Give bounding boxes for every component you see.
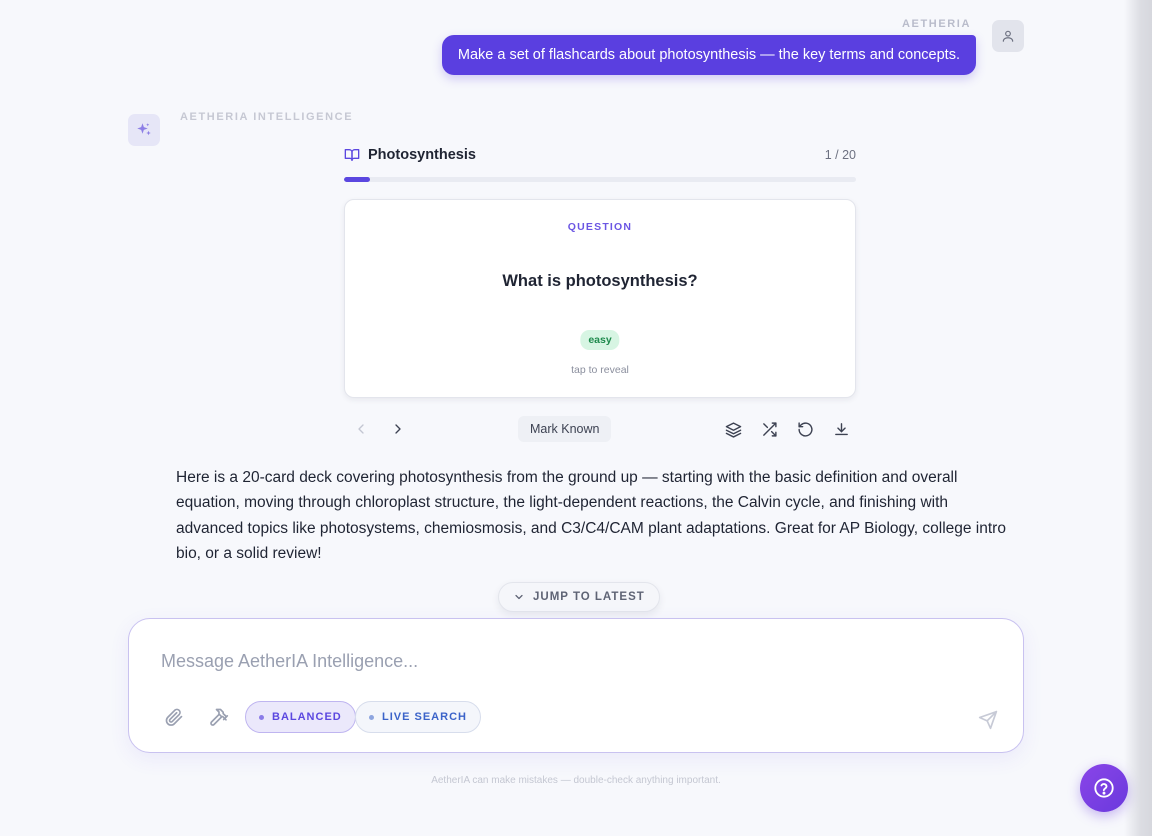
previous-card-button[interactable] xyxy=(346,414,376,444)
chevron-left-icon xyxy=(358,424,364,434)
user-avatar xyxy=(992,20,1024,52)
book-open-icon xyxy=(344,149,360,161)
jump-to-latest-button[interactable]: JUMP TO LATEST xyxy=(498,582,660,612)
layers-button[interactable] xyxy=(718,414,748,444)
flashcard-deck: Photosynthesis 1 / 20 QUESTION What is p… xyxy=(344,146,856,448)
sparkle-icon xyxy=(137,123,151,136)
live-search-toggle[interactable]: LIVE SEARCH xyxy=(355,701,481,733)
mode-balanced-toggle[interactable]: BALANCED xyxy=(245,701,356,733)
deck-tools xyxy=(718,414,856,444)
reset-icon xyxy=(797,421,813,437)
flashcard-controls: Mark Known xyxy=(344,414,856,448)
user-icon xyxy=(1002,30,1014,42)
deck-title: Photosynthesis xyxy=(368,147,476,163)
reveal-hint: tap to reveal xyxy=(571,364,629,376)
mode-label: BALANCED xyxy=(272,711,342,723)
assistant-message-text: Here is a 20-card deck covering photosyn… xyxy=(176,469,1006,562)
message-composer: BALANCED LIVE SEARCH xyxy=(128,618,1024,753)
assistant-avatar xyxy=(128,114,160,146)
user-sender-name: AETHERIA xyxy=(901,18,971,30)
live-search-label: LIVE SEARCH xyxy=(382,711,467,723)
chevron-right-icon xyxy=(395,424,401,434)
send-icon xyxy=(978,710,998,730)
download-button[interactable] xyxy=(826,414,856,444)
balanced-dot xyxy=(259,714,264,720)
reset-button[interactable] xyxy=(790,414,820,444)
help-button[interactable] xyxy=(1080,764,1128,812)
deck-progress-fill xyxy=(344,177,370,182)
layers-icon xyxy=(725,421,741,438)
hammer-icon xyxy=(210,708,229,726)
download-icon xyxy=(834,422,848,435)
difficulty-badge: easy xyxy=(580,330,620,350)
user-message-row: AETHERIA Make a set of flashcards about … xyxy=(0,16,1024,86)
flashcard[interactable]: QUESTION What is photosynthesis? easy ta… xyxy=(344,199,856,398)
message-input[interactable] xyxy=(161,651,921,672)
shuffle-button[interactable] xyxy=(754,414,784,444)
live-search-dot xyxy=(369,714,374,720)
flashcard-header: Photosynthesis 1 / 20 xyxy=(344,146,856,164)
attach-button[interactable] xyxy=(160,703,188,731)
right-edge-shadow xyxy=(1124,0,1152,836)
next-card-button[interactable] xyxy=(383,414,413,444)
disclaimer: AetherIA can make mistakes — double-chec… xyxy=(431,775,721,786)
chevron-down-icon xyxy=(515,594,523,600)
user-message-bubble: Make a set of flashcards about photosynt… xyxy=(441,35,976,75)
deck-progress-bar xyxy=(344,177,856,182)
help-circle-icon xyxy=(1094,778,1114,798)
card-counter: 1 / 20 xyxy=(824,148,856,162)
send-button[interactable] xyxy=(973,705,1003,735)
mark-known-button[interactable]: Mark Known xyxy=(518,416,612,442)
assistant-name: AETHERIA INTELLIGENCE xyxy=(180,111,354,123)
card-question: What is photosynthesis? xyxy=(502,272,698,290)
deck-title-group: Photosynthesis xyxy=(344,147,476,163)
shuffle-icon xyxy=(762,421,777,437)
paperclip-icon xyxy=(165,708,183,726)
jump-label: JUMP TO LATEST xyxy=(533,591,645,603)
card-side-label: QUESTION xyxy=(567,221,633,233)
tools-button[interactable] xyxy=(205,703,233,731)
